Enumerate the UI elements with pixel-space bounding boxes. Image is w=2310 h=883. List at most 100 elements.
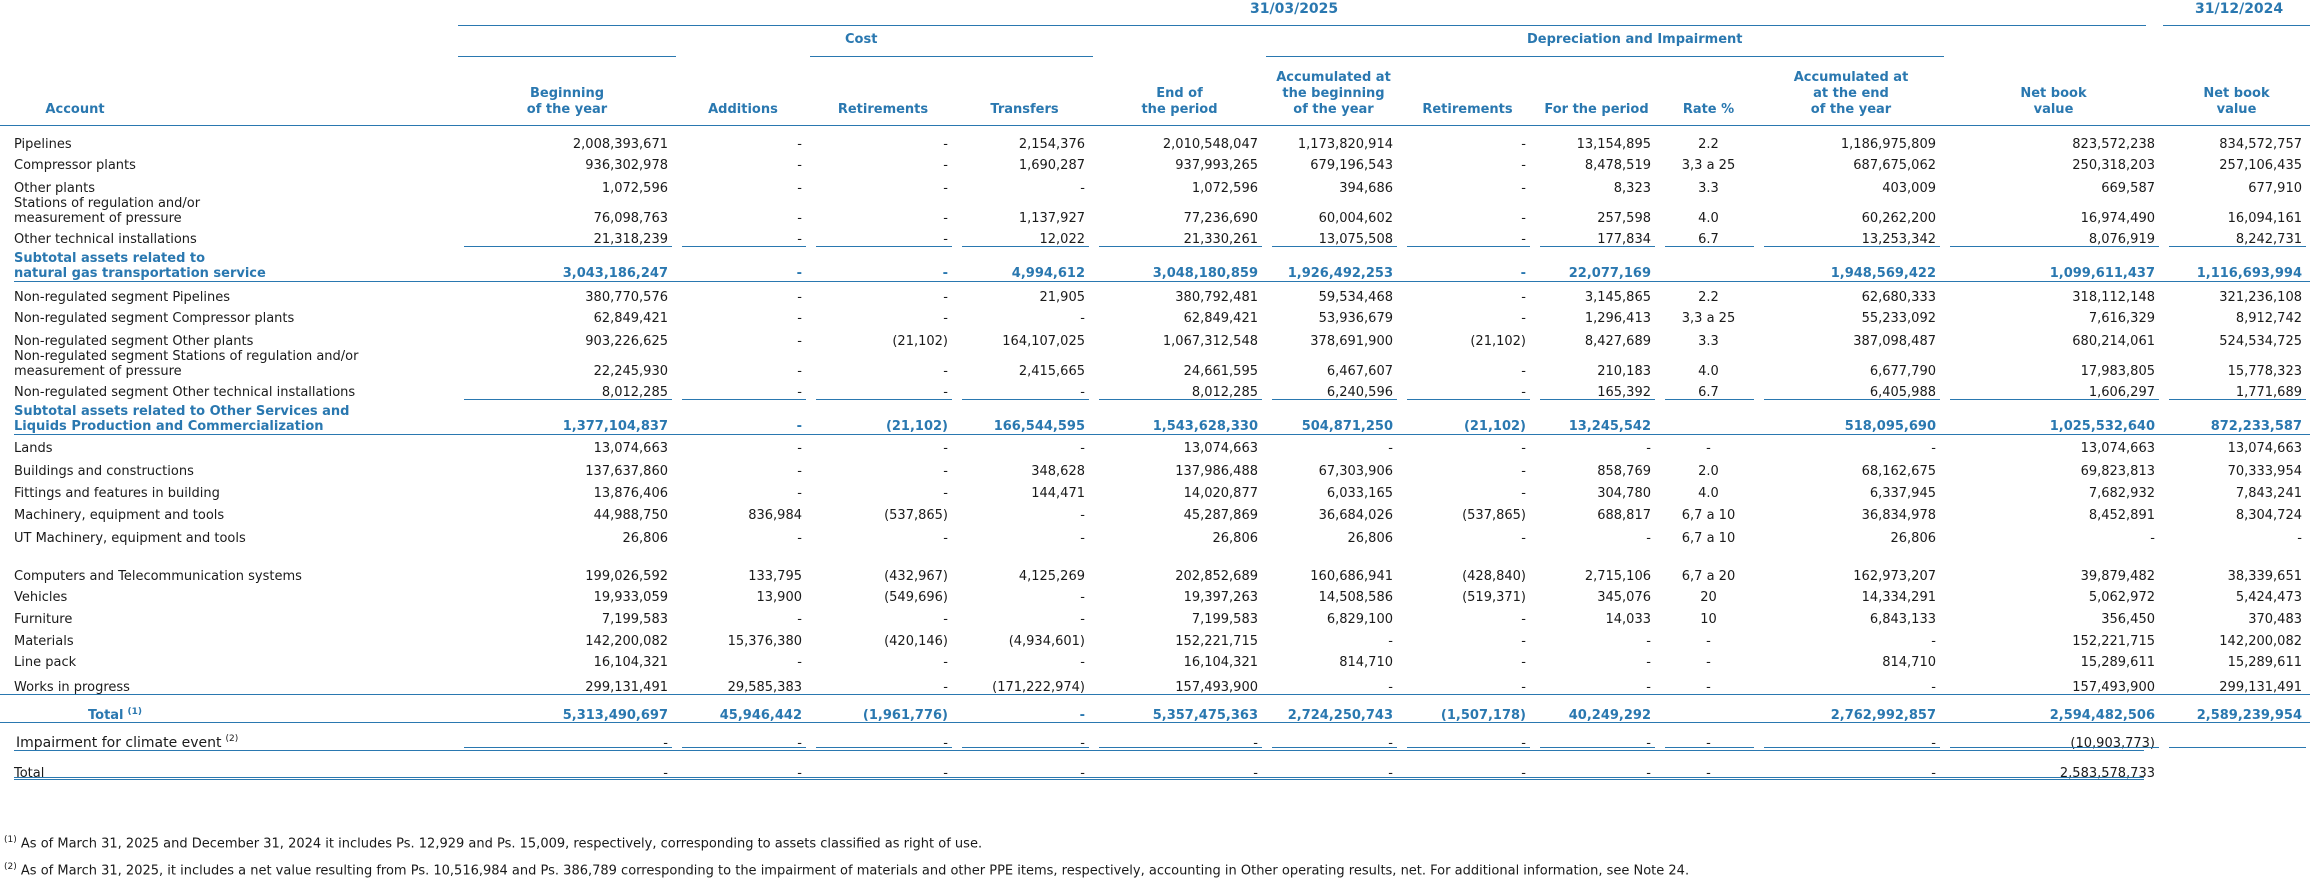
cell: 6,240,596 <box>1326 385 1393 400</box>
cell: - <box>1388 634 1393 649</box>
cell: 688,817 <box>1597 508 1651 523</box>
cell: 16,104,321 <box>1183 655 1258 670</box>
cell: 26,806 <box>1212 531 1259 546</box>
footnote-1-text: As of March 31, 2025 and December 31, 20… <box>20 836 983 852</box>
cell: 29,585,383 <box>727 680 802 695</box>
cell: 22,077,169 <box>1568 266 1651 281</box>
row-label-text: Total <box>88 708 124 723</box>
cell: 15,289,611 <box>2227 655 2302 670</box>
cell: - <box>1521 464 1526 479</box>
cell: 394,686 <box>1339 181 1393 196</box>
cell <box>1266 546 1401 561</box>
cell: 6,033,165 <box>1326 486 1393 501</box>
cell: - <box>1646 655 1651 670</box>
cell: - <box>1080 311 1085 326</box>
cell: - <box>796 266 802 281</box>
cell: 202,852,689 <box>1175 569 1258 584</box>
cell <box>676 546 810 561</box>
final-total-bottom-rule <box>14 777 2144 780</box>
cell: 5,313,490,697 <box>562 708 668 723</box>
cell: - <box>943 364 948 379</box>
row-label-text: Vehicles <box>14 590 68 605</box>
cell: 8,323 <box>1613 181 1651 196</box>
cell: - <box>1080 508 1085 523</box>
cell: 518,095,690 <box>1844 419 1936 434</box>
subtotal-top-rule <box>1665 399 1754 400</box>
column-header-1: Beginning of the year <box>526 86 608 117</box>
cell: 21,905 <box>1039 290 1086 305</box>
cell: 137,986,488 <box>1175 464 1258 479</box>
cell: 165,392 <box>1597 385 1651 400</box>
row-label: Fittings and features in building <box>0 479 458 501</box>
cell: 1,690,287 <box>1018 158 1085 173</box>
table-row: Stations of regulation and/or measuremen… <box>0 196 2310 226</box>
footnote-1: (1) As of March 31, 2025 and December 31… <box>4 835 982 851</box>
cell: 872,233,587 <box>2210 419 2302 434</box>
cell: 4,994,612 <box>1011 266 1085 281</box>
column-header-5: End of the period <box>1141 86 1218 117</box>
subtotal-top-rule <box>962 399 1089 400</box>
cell: 7,843,241 <box>2235 486 2302 501</box>
subtotal-top-rule <box>2169 399 2306 400</box>
cell: 524,534,725 <box>2219 334 2302 349</box>
cell: 133,795 <box>748 569 802 584</box>
cell <box>1944 546 2163 561</box>
cell: 45,946,442 <box>719 708 802 723</box>
cell: - <box>797 531 802 546</box>
cell: 814,710 <box>1882 655 1936 670</box>
table-row: Furniture 7,199,583 - - - 7,199,583 6,829,100 -… <box>0 605 2310 627</box>
row-label: Non-regulated segment Pipelines <box>0 281 458 305</box>
cell: 2,010,548,047 <box>1162 137 1258 152</box>
subtotal-top-rule <box>816 246 952 247</box>
cell: 13,074,663 <box>2080 441 2155 456</box>
cell: 162,973,207 <box>1853 569 1936 584</box>
cell: 834,572,757 <box>2219 137 2302 152</box>
cell: 403,009 <box>1882 181 1936 196</box>
cell: 7,616,329 <box>2088 311 2155 326</box>
cell: 53,936,679 <box>1318 311 1393 326</box>
cell: (420,146) <box>884 634 948 649</box>
cell <box>1659 400 1758 434</box>
subtotal-bottom-rule <box>14 434 2310 435</box>
cell: 8,012,285 <box>1191 385 1258 400</box>
cell: - <box>1079 708 1085 723</box>
cell: 13,900 <box>756 590 803 605</box>
cell: - <box>943 211 948 226</box>
cell: - <box>797 486 802 501</box>
period-current: 31/03/2025 <box>1250 1 1339 17</box>
cell: 36,684,026 <box>1318 508 1393 523</box>
cell: - <box>797 441 802 456</box>
cell: - <box>1521 385 1526 400</box>
cell: (21,102) <box>1463 419 1526 434</box>
cell: 318,112,148 <box>2072 290 2155 305</box>
cell: 2.0 <box>1698 464 1719 479</box>
cell: 22,245,930 <box>593 364 668 379</box>
row-label-text: Impairment for climate event <box>16 735 222 751</box>
cell: 60,262,200 <box>1861 211 1936 226</box>
row-label-text: Stations of regulation and/or measuremen… <box>14 196 201 226</box>
table-row: Total (1) 5,313,490,697 45,946,442 (1,961,77… <box>0 695 2310 723</box>
row-label: Other technical installations <box>0 226 458 247</box>
cell: (428,840) <box>1462 569 1526 584</box>
column-header-10: Accumulated at at the end of the year <box>1793 70 1909 117</box>
cell: 20 <box>1700 590 1717 605</box>
subtotal-top-rule <box>1272 246 1397 247</box>
row-label: Subtotal assets related to natural gas t… <box>0 247 458 281</box>
cell: 12,022 <box>1039 232 1086 247</box>
cell: 4,125,269 <box>1018 569 1085 584</box>
impairment-rule <box>1099 747 1262 748</box>
row-label: Materials <box>0 627 458 649</box>
row-label: Non-regulated segment Other technical in… <box>0 379 458 400</box>
cell <box>1401 546 1534 561</box>
cell: 55,233,092 <box>1861 311 1936 326</box>
cell: - <box>2297 531 2302 546</box>
column-header-9: Rate % <box>1682 102 1735 117</box>
cell: 1,948,569,422 <box>1830 266 1936 281</box>
cell: 152,221,715 <box>2072 634 2155 649</box>
cell: 937,993,265 <box>1175 158 1258 173</box>
cell: 348,628 <box>1031 464 1085 479</box>
row-label: Machinery, equipment and tools <box>0 501 458 523</box>
row-label-text: Non-regulated segment Other plants <box>14 334 254 349</box>
cell: - <box>943 158 948 173</box>
header-bottom-rule <box>0 125 2310 126</box>
